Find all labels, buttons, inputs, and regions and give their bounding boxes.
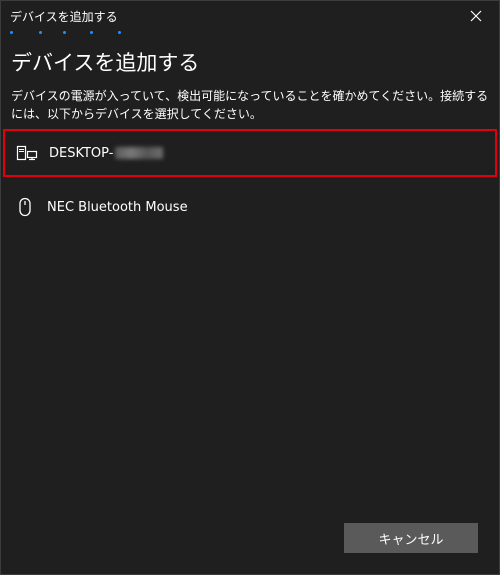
computer-icon [15,141,39,165]
progress-dot [90,31,93,34]
device-name: NEC Bluetooth Mouse [47,199,188,215]
progress-dot [39,31,42,34]
device-name: DESKTOP- [49,145,164,161]
window-title: デバイスを追加する [10,10,118,24]
device-item-desktop[interactable]: DESKTOP- [3,129,497,177]
cancel-button[interactable]: キャンセル [344,523,478,553]
page-title: デバイスを追加する [11,51,200,75]
device-item-mouse[interactable]: NEC Bluetooth Mouse [3,183,497,231]
searching-progress-indicator [1,30,499,34]
close-button[interactable] [453,1,499,31]
instructions-text: デバイスの電源が入っていて、検出可能になっていることを確かめてください。接続する… [11,89,489,121]
close-icon [470,10,482,22]
progress-dot [63,31,66,34]
title-bar: デバイスを追加する [1,1,499,31]
progress-dot [118,31,121,34]
device-name-text: DESKTOP- [49,145,114,161]
progress-dot [10,31,13,34]
redacted-name-blur [115,147,164,159]
add-device-dialog: デバイスを追加する デバイスを追加する デバイスの電源が入っていて、検出可能にな… [0,0,500,575]
mouse-icon [13,195,37,219]
